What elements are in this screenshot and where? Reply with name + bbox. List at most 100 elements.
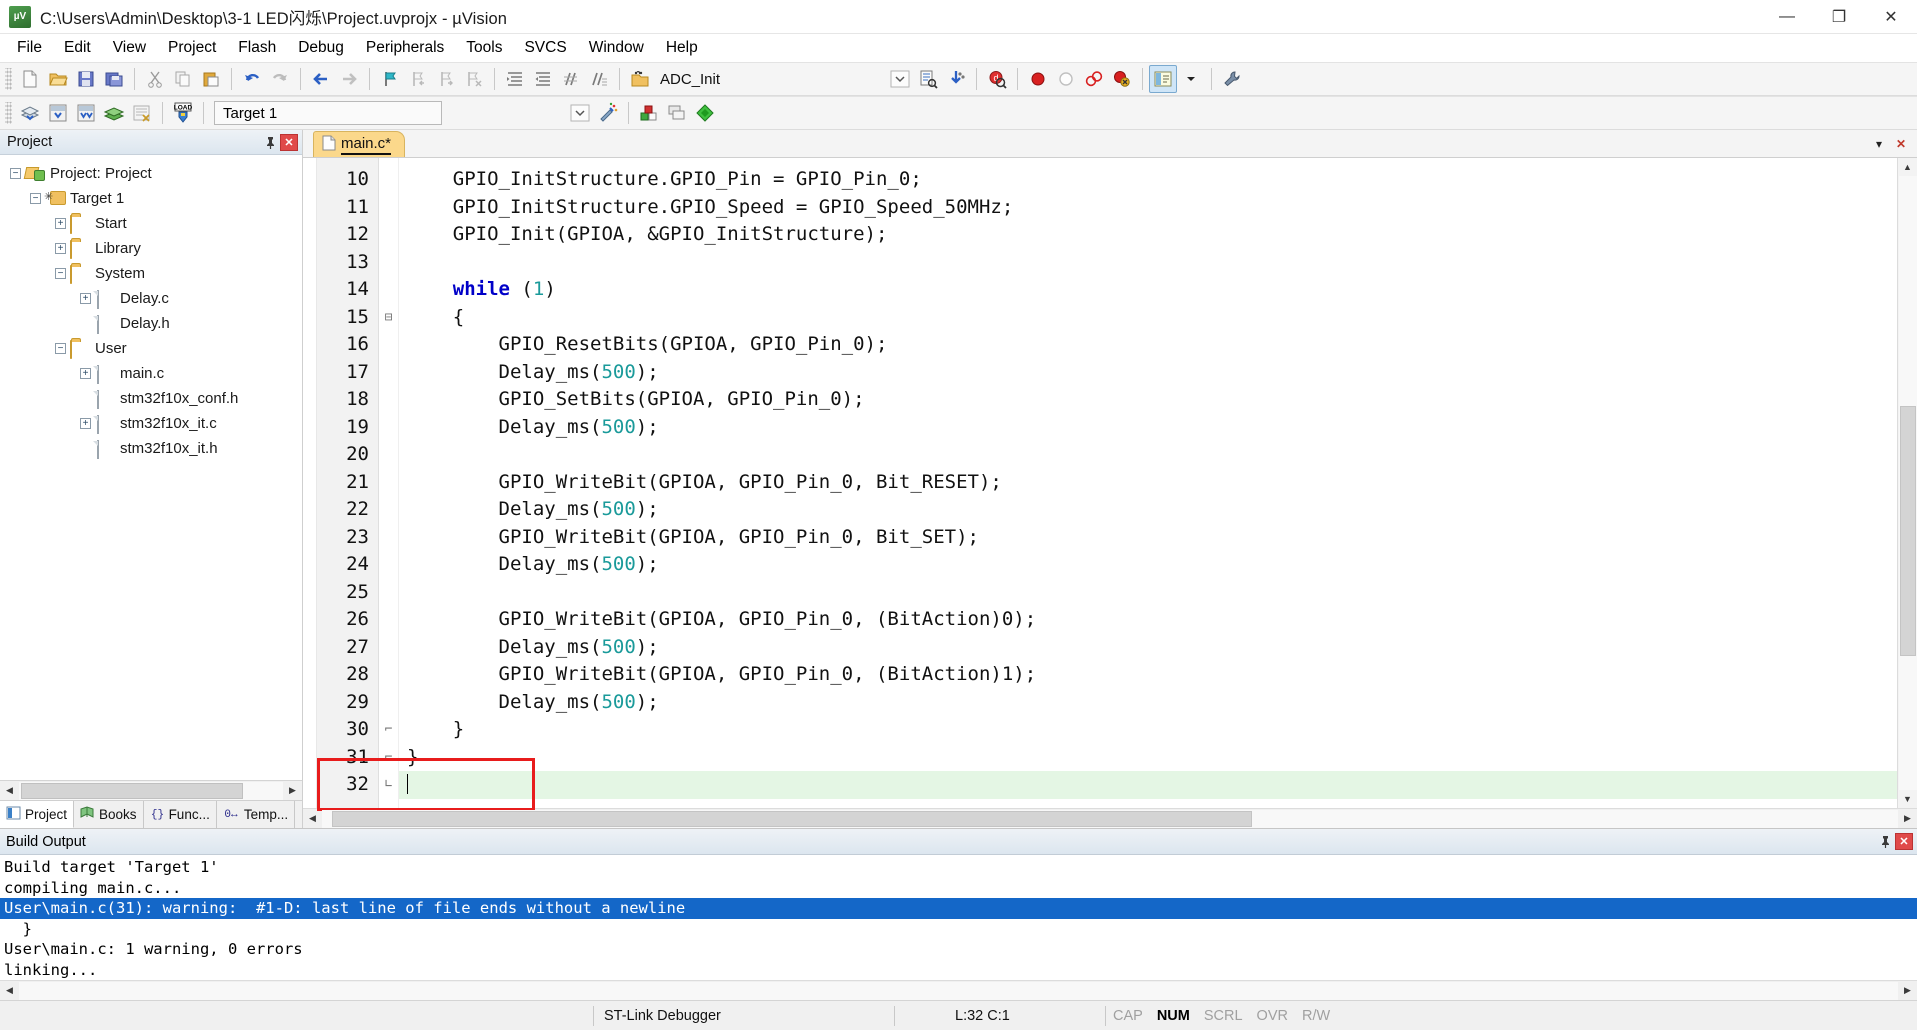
editor-horizontal-scrollbar[interactable]: ◀ ▶	[303, 808, 1917, 828]
scroll-track[interactable]	[19, 982, 1898, 1000]
code-editor[interactable]: 1011121314151617181920212223242526272829…	[303, 158, 1917, 808]
tree-toggle-icon[interactable]: +	[55, 243, 66, 254]
navigate-back-icon[interactable]	[307, 65, 335, 93]
scroll-thumb[interactable]	[21, 783, 243, 799]
build-output-line[interactable]: Build target 'Target 1'	[0, 857, 1917, 878]
tree-item-stm32f10x-it-c[interactable]: + stm32f10x_it.c	[0, 411, 302, 436]
tab-functions[interactable]: {} Func...	[144, 801, 217, 828]
undo-icon[interactable]	[238, 65, 266, 93]
close-button[interactable]: ✕	[1865, 0, 1917, 34]
uncomment-lines-icon[interactable]	[585, 65, 613, 93]
scroll-track[interactable]	[1899, 176, 1917, 790]
project-tree[interactable]: − Project: Project − Target 1 + Start	[0, 155, 302, 780]
save-file-icon[interactable]	[72, 65, 100, 93]
build-output-line[interactable]: User\main.c(31): warning: #1-D: last lin…	[0, 898, 1917, 919]
tree-toggle-icon[interactable]: +	[55, 218, 66, 229]
download-to-flash-icon[interactable]: LOAD	[169, 99, 197, 127]
tab-templates[interactable]: 0↔ Temp...	[217, 801, 295, 828]
tree-item-delay-h[interactable]: Delay.h	[0, 311, 302, 336]
scroll-left-icon[interactable]: ◀	[0, 982, 19, 1000]
minimize-button[interactable]: —	[1761, 0, 1813, 34]
close-icon[interactable]: ✕	[1895, 833, 1913, 850]
pin-icon[interactable]	[260, 132, 280, 152]
editor-tab-main-c[interactable]: main.c*	[313, 131, 405, 157]
build-target-icon[interactable]	[44, 99, 72, 127]
build-settings-icon[interactable]	[1218, 65, 1246, 93]
build-output-line[interactable]: linking...	[0, 960, 1917, 981]
menu-tools[interactable]: Tools	[455, 36, 513, 60]
project-window-toggle-icon[interactable]	[1149, 65, 1177, 93]
disable-all-breakpoints-icon[interactable]	[1080, 65, 1108, 93]
function-combo-arrow[interactable]	[886, 65, 914, 93]
configure-toolbox-icon[interactable]	[942, 65, 970, 93]
menu-file[interactable]: File	[6, 36, 53, 60]
menu-project[interactable]: Project	[157, 36, 227, 60]
menu-view[interactable]: View	[102, 36, 157, 60]
rebuild-all-icon[interactable]	[72, 99, 100, 127]
toolbar-grip[interactable]	[5, 68, 12, 90]
build-output-line[interactable]: compiling main.c...	[0, 878, 1917, 899]
manage-project-items-icon[interactable]	[635, 99, 663, 127]
menu-help[interactable]: Help	[655, 36, 709, 60]
target-options-icon[interactable]	[594, 99, 622, 127]
scroll-down-icon[interactable]: ▼	[1899, 790, 1917, 808]
code-fold-gutter[interactable]: ⊟ ⌐⌐∟	[379, 158, 399, 808]
bookmark-next-icon[interactable]	[432, 65, 460, 93]
tree-item-user[interactable]: − User	[0, 336, 302, 361]
save-all-icon[interactable]	[100, 65, 128, 93]
bookmark-clear-icon[interactable]	[460, 65, 488, 93]
tab-project[interactable]: Project	[0, 801, 74, 828]
scroll-thumb[interactable]	[332, 811, 1252, 827]
bookmark-prev-icon[interactable]	[404, 65, 432, 93]
menu-window[interactable]: Window	[578, 36, 655, 60]
menu-peripherals[interactable]: Peripherals	[355, 36, 455, 60]
build-output-text[interactable]: Build target 'Target 1'compiling main.c.…	[0, 855, 1917, 980]
open-include-file-icon[interactable]	[626, 65, 654, 93]
tree-toggle-icon[interactable]: −	[10, 168, 21, 179]
bookmark-toggle-icon[interactable]	[376, 65, 404, 93]
tree-item-delay-c[interactable]: + Delay.c	[0, 286, 302, 311]
find-in-files-icon[interactable]	[914, 65, 942, 93]
paste-icon[interactable]	[197, 65, 225, 93]
scroll-thumb[interactable]	[1900, 406, 1916, 656]
close-icon[interactable]: ✕	[1891, 133, 1911, 155]
tree-item-start[interactable]: + Start	[0, 211, 302, 236]
scroll-right-icon[interactable]: ▶	[1898, 982, 1917, 1000]
scroll-left-icon[interactable]: ◀	[303, 810, 322, 828]
scroll-track[interactable]	[19, 782, 283, 800]
disable-breakpoint-icon[interactable]	[1052, 65, 1080, 93]
target-select[interactable]: Target 1	[214, 101, 442, 125]
tree-item-library[interactable]: + Library	[0, 236, 302, 261]
project-horizontal-scrollbar[interactable]: ◀ ▶	[0, 780, 302, 800]
scroll-up-icon[interactable]: ▲	[1899, 158, 1917, 176]
code-text[interactable]: GPIO_InitStructure.GPIO_Pin = GPIO_Pin_0…	[399, 158, 1897, 808]
redo-icon[interactable]	[266, 65, 294, 93]
tree-toggle-icon[interactable]: −	[55, 268, 66, 279]
translate-file-icon[interactable]	[16, 99, 44, 127]
tree-item-stm32f10x-conf-h[interactable]: stm32f10x_conf.h	[0, 386, 302, 411]
close-icon[interactable]: ✕	[280, 134, 298, 151]
tree-toggle-icon[interactable]: −	[55, 343, 66, 354]
build-horizontal-scrollbar[interactable]: ◀ ▶	[0, 980, 1917, 1000]
project-window-dropdown-icon[interactable]	[1177, 65, 1205, 93]
menu-svcs[interactable]: SVCS	[513, 36, 577, 60]
tab-books[interactable]: Books	[74, 801, 144, 828]
tree-toggle-icon[interactable]: +	[80, 418, 91, 429]
scroll-right-icon[interactable]: ▶	[283, 782, 302, 800]
start-debug-session-icon[interactable]: d	[983, 65, 1011, 93]
scroll-track[interactable]	[322, 810, 1898, 828]
navigate-forward-icon[interactable]	[335, 65, 363, 93]
scroll-right-icon[interactable]: ▶	[1898, 810, 1917, 828]
menu-debug[interactable]: Debug	[287, 36, 355, 60]
batch-build-icon[interactable]	[100, 99, 128, 127]
scroll-left-icon[interactable]: ◀	[0, 782, 19, 800]
tree-toggle-icon[interactable]: +	[80, 368, 91, 379]
open-file-icon[interactable]	[44, 65, 72, 93]
build-output-line[interactable]: User\main.c: 1 warning, 0 errors	[0, 939, 1917, 960]
build-output-line[interactable]: }	[0, 919, 1917, 940]
tree-item-project[interactable]: − Project: Project	[0, 161, 302, 186]
maximize-button[interactable]: ❐	[1813, 0, 1865, 34]
editor-vertical-scrollbar[interactable]: ▲ ▼	[1897, 158, 1917, 808]
cut-icon[interactable]	[141, 65, 169, 93]
stop-build-icon[interactable]	[128, 99, 156, 127]
